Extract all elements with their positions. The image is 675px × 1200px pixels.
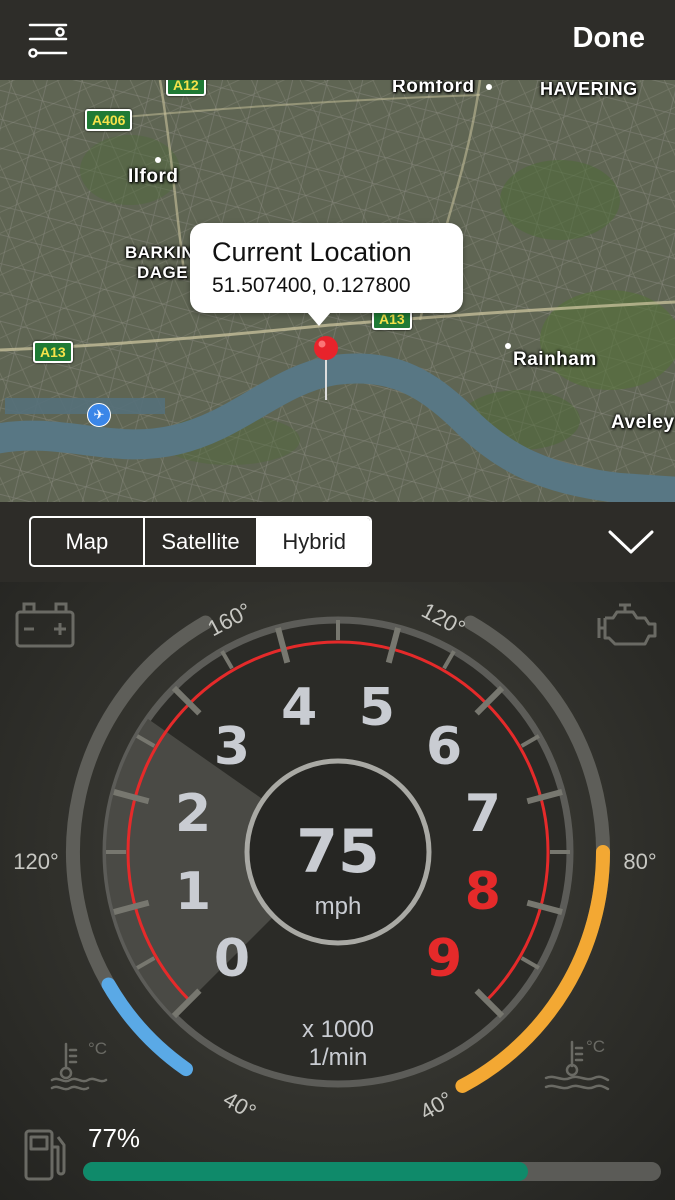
map-view[interactable]: Romford HAVERING Ilford BARKING DAGE Rai…: [0, 80, 675, 502]
rpm-digit-8: 8: [465, 862, 501, 922]
road-sign-a12: A12: [166, 80, 206, 96]
rpm-gauge: 01234 5678975mphx 10001/min160°120°40°120…: [13, 598, 656, 1125]
menu-button[interactable]: [24, 18, 70, 60]
road-sign-a406: A406: [85, 109, 133, 131]
map-label-dagenham: DAGE: [137, 263, 189, 282]
speed-value: 75: [296, 817, 380, 887]
rpm-digit-3: 3: [214, 717, 250, 777]
left-temp-mid-label: 120°: [13, 849, 59, 874]
map-dot-ilford: [155, 157, 161, 163]
chevron-down-icon[interactable]: [606, 524, 656, 558]
rpm-digit-0: 0: [214, 929, 250, 989]
map-label-rainham: Rainham: [513, 349, 597, 370]
map-label-ilford: Ilford: [128, 166, 179, 187]
rpm-digit-1: 1: [175, 862, 211, 922]
top-bar: Done: [0, 0, 675, 80]
rpm-unit: 1/min: [309, 1044, 368, 1071]
map-mode-hybrid[interactable]: Hybrid: [258, 518, 370, 565]
done-button[interactable]: Done: [573, 22, 646, 55]
dashboard-panel: 0 1 2 3 4 5 6 7 8 9 75 mph x 1000 1/min 160° 120° 40° 120…: [0, 582, 675, 1200]
location-pin-icon[interactable]: [312, 334, 340, 402]
map-label-havering: HAVERING: [540, 80, 638, 99]
map-dot-romford: [486, 84, 492, 90]
oil-temp-icon: °C: [50, 1039, 108, 1091]
right-temp-mid-label: 80°: [623, 849, 656, 874]
fuel-level-fill: [83, 1162, 529, 1181]
menu-icon: [28, 23, 68, 58]
left-temp-bottom-label: 40°: [219, 1086, 260, 1124]
svg-text:°C: °C: [586, 1037, 605, 1056]
road-sign-a13-west: A13: [33, 341, 73, 363]
rpm-digit-4: 4: [281, 678, 317, 738]
engine-icon: [597, 603, 657, 646]
map-label-romford: Romford: [392, 80, 475, 97]
battery-icon: [15, 602, 75, 648]
callout-title: Current Location: [212, 237, 412, 267]
rpm-digit-6: 6: [426, 717, 462, 777]
svg-text:°C: °C: [88, 1039, 107, 1058]
current-location-callout[interactable]: Current Location 51.507400, 0.127800: [190, 223, 463, 326]
fuel-level-bar: [83, 1162, 661, 1181]
rpm-multiplier: x 1000: [302, 1016, 374, 1043]
rpm-digit-5: 5: [359, 678, 395, 738]
map-dot-rainham: [505, 343, 511, 349]
map-label-aveley: Aveley: [611, 412, 675, 433]
airport-icon: ✈: [87, 403, 111, 427]
map-mode-satellite[interactable]: Satellite: [145, 518, 259, 565]
speed-unit: mph: [315, 893, 362, 920]
callout-coordinates: 51.507400, 0.127800: [212, 274, 411, 297]
right-temp-bottom-label: 40°: [416, 1086, 457, 1124]
map-controls-bar: Map Satellite Hybrid: [0, 502, 675, 582]
rpm-digit-9: 9: [426, 929, 462, 989]
map-mode-map[interactable]: Map: [31, 518, 145, 565]
coolant-temp-icon: °C: [544, 1037, 610, 1091]
rpm-digit-2: 2: [175, 784, 211, 844]
rpm-digit-7: 7: [465, 784, 501, 844]
fuel-percent-label: 77%: [88, 1123, 141, 1153]
fuel-pump-icon: [24, 1129, 66, 1181]
map-type-segmented-control: Map Satellite Hybrid: [29, 516, 372, 567]
